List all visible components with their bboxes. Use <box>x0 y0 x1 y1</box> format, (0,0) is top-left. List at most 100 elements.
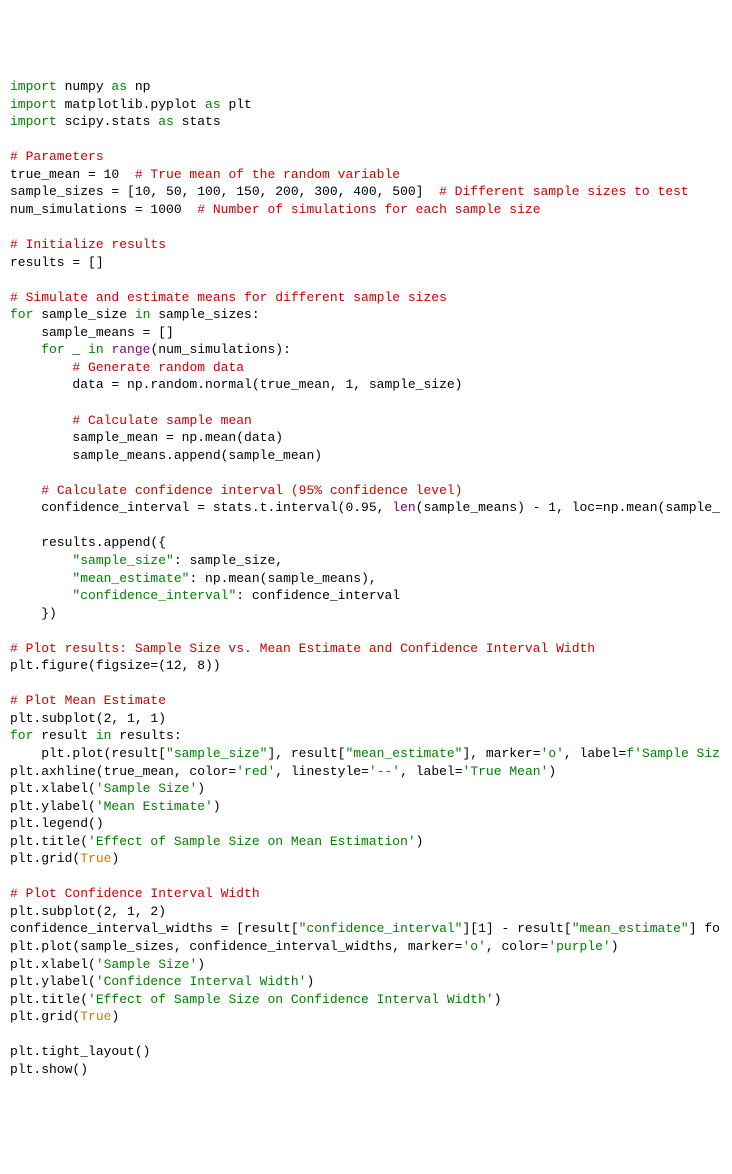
code-line: sample_means.append(sample_mean) <box>10 447 722 465</box>
code-line: sample_sizes = [10, 50, 100, 150, 200, 3… <box>10 183 722 201</box>
code-token: plt.title( <box>10 834 88 849</box>
code-token: 'purple' <box>548 939 610 954</box>
code-token: : sample_size, <box>174 553 283 568</box>
code-token: results = [] <box>10 255 104 270</box>
code-token: in <box>96 728 112 743</box>
code-line: for sample_size in sample_sizes: <box>10 306 722 324</box>
code-token: plt.subplot(2, 1, 2) <box>10 904 166 919</box>
code-token: 'Confidence Interval Width' <box>96 974 307 989</box>
code-line: true_mean = 10 # True mean of the random… <box>10 166 722 184</box>
code-token: in <box>88 342 104 357</box>
code-line: # Plot results: Sample Size vs. Mean Est… <box>10 640 722 658</box>
code-line: sample_means = [] <box>10 324 722 342</box>
code-token <box>10 483 41 498</box>
code-token: results: <box>111 728 181 743</box>
code-line: results.append({ <box>10 534 722 552</box>
code-line: plt.subplot(2, 1, 2) <box>10 903 722 921</box>
code-token: plt.subplot(2, 1, 1) <box>10 711 166 726</box>
code-line: "sample_size": sample_size, <box>10 552 722 570</box>
code-token: data = np.random.normal(true_mean, 1, sa… <box>10 377 462 392</box>
code-token: , linestyle= <box>275 764 369 779</box>
code-line: plt.title('Effect of Sample Size on Mean… <box>10 833 722 851</box>
code-line: for _ in range(num_simulations): <box>10 341 722 359</box>
code-line: num_simulations = 1000 # Number of simul… <box>10 201 722 219</box>
code-token: 'red' <box>236 764 275 779</box>
code-line: plt.xlabel('Sample Size') <box>10 780 722 798</box>
code-line: plt.axhline(true_mean, color='red', line… <box>10 763 722 781</box>
code-token: 'Mean Estimate' <box>96 799 213 814</box>
code-token: ) <box>548 764 556 779</box>
code-token <box>10 553 72 568</box>
code-token: sample_sizes: <box>150 307 259 322</box>
code-token: np <box>127 79 150 94</box>
code-token: # Initialize results <box>10 237 166 252</box>
code-token: ) <box>416 834 424 849</box>
code-token: for <box>10 728 33 743</box>
code-token: import <box>10 114 57 129</box>
code-line: plt.subplot(2, 1, 1) <box>10 710 722 728</box>
code-token: "mean_estimate" <box>572 921 689 936</box>
code-token: range <box>111 342 150 357</box>
code-token: 'Effect of Sample Size on Confidence Int… <box>88 992 494 1007</box>
code-line: plt.grid(True) <box>10 850 722 868</box>
code-line: plt.figure(figsize=(12, 8)) <box>10 657 722 675</box>
code-token: plt.ylabel( <box>10 974 96 989</box>
code-line <box>10 464 722 482</box>
code-line: # Parameters <box>10 148 722 166</box>
code-line: plt.ylabel('Confidence Interval Width') <box>10 973 722 991</box>
code-line: "mean_estimate": np.mean(sample_means), <box>10 570 722 588</box>
code-token: as <box>111 79 127 94</box>
code-line <box>10 868 722 886</box>
code-line: data = np.random.normal(true_mean, 1, sa… <box>10 376 722 394</box>
code-token: matplotlib.pyplot <box>57 97 205 112</box>
code-token: 'True Mean' <box>463 764 549 779</box>
code-token <box>10 571 72 586</box>
code-token: sample_size <box>33 307 134 322</box>
code-token: # True mean of the random variable <box>135 167 400 182</box>
code-line: for result in results: <box>10 727 722 745</box>
code-token: plt.xlabel( <box>10 957 96 972</box>
code-token: , color= <box>486 939 548 954</box>
code-token: # Generate random data <box>72 360 244 375</box>
code-line: # Initialize results <box>10 236 722 254</box>
code-token: plt.plot(sample_sizes, confidence_interv… <box>10 939 462 954</box>
code-line: plt.plot(sample_sizes, confidence_interv… <box>10 938 722 956</box>
code-token: 'Sample Size' <box>96 781 197 796</box>
code-token <box>10 588 72 603</box>
code-line <box>10 271 722 289</box>
code-token: # Parameters <box>10 149 104 164</box>
code-token: numpy <box>57 79 112 94</box>
code-token: sample_sizes = [10, 50, 100, 150, 200, 3… <box>10 184 439 199</box>
code-token: scipy.stats <box>57 114 158 129</box>
code-token: (sample_means) - 1, loc=np.mean(sample_ <box>416 500 720 515</box>
code-token: ], marker= <box>463 746 541 761</box>
code-token: confidence_interval_widths = [result[ <box>10 921 299 936</box>
code-line: plt.grid(True) <box>10 1008 722 1026</box>
code-token: confidence_interval = stats.t.interval(0… <box>10 500 392 515</box>
code-token: ) <box>111 1009 119 1024</box>
code-token: import <box>10 97 57 112</box>
code-token: plt.figure(figsize=(12, 8)) <box>10 658 221 673</box>
code-token: "mean_estimate" <box>72 571 189 586</box>
code-token: ][1] - result[ <box>462 921 571 936</box>
code-token: # Plot results: Sample Size vs. Mean Est… <box>10 641 595 656</box>
code-token: ) <box>111 851 119 866</box>
code-line: import matplotlib.pyplot as plt <box>10 96 722 114</box>
code-line: }) <box>10 605 722 623</box>
code-token: true_mean = 10 <box>10 167 135 182</box>
code-token: ] fo <box>689 921 720 936</box>
code-token: 'Sample Size' <box>96 957 197 972</box>
code-token: "confidence_interval" <box>299 921 463 936</box>
code-token: plt.title( <box>10 992 88 1007</box>
code-token: plt.axhline(true_mean, color= <box>10 764 236 779</box>
code-token: result <box>33 728 95 743</box>
code-line: # Plot Confidence Interval Width <box>10 885 722 903</box>
code-token: for <box>10 307 33 322</box>
code-token: as <box>158 114 174 129</box>
code-token: 'Effect of Sample Size on Mean Estimatio… <box>88 834 416 849</box>
code-token <box>10 360 72 375</box>
code-line: confidence_interval_widths = [result["co… <box>10 920 722 938</box>
code-token: plt.grid( <box>10 1009 80 1024</box>
code-token: # Calculate confidence interval (95% con… <box>41 483 462 498</box>
code-token: (num_simulations): <box>150 342 290 357</box>
